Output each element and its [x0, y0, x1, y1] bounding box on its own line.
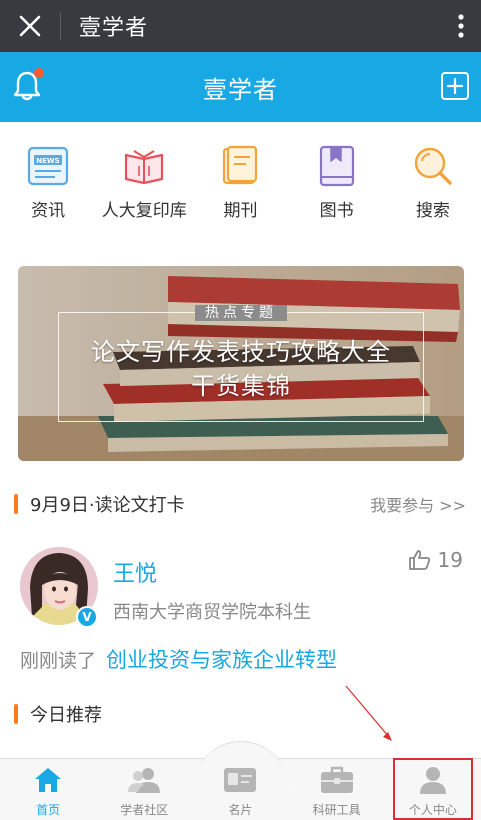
category-label: 资讯: [31, 201, 66, 221]
journal-icon: [218, 144, 262, 188]
nav-research-tools[interactable]: 科研工具: [289, 759, 385, 820]
recommend-title: 今日推荐: [30, 705, 102, 726]
category-search[interactable]: 搜索: [385, 144, 481, 234]
category-news[interactable]: NEWS 资讯: [0, 144, 96, 234]
nav-home[interactable]: 首页: [0, 759, 96, 820]
card-icon: [223, 765, 257, 795]
category-label: 人大复印库: [101, 201, 187, 221]
like-button[interactable]: 19: [408, 548, 463, 572]
banner-tag: 热点专题: [195, 305, 287, 321]
user-name[interactable]: 王悦: [113, 556, 157, 588]
more-vertical-icon[interactable]: [441, 0, 481, 52]
checkin-title: 9月9日·读论文打卡: [30, 495, 185, 516]
nav-label: 个人中心: [408, 803, 457, 817]
home-icon: [31, 765, 65, 795]
banner-headline: 论文写作发表技巧攻略大全: [91, 338, 391, 366]
wechat-title: 壹学者: [79, 16, 149, 41]
book-open-icon: [122, 144, 166, 188]
join-link[interactable]: 我要参与 >>: [370, 492, 466, 516]
toolbox-icon: [320, 765, 354, 795]
banner-subheadline: 干货集锦: [191, 372, 291, 400]
search-icon: [411, 144, 455, 188]
category-books[interactable]: 图书: [289, 144, 385, 234]
category-label: 图书: [319, 201, 354, 221]
thumbs-up-icon: [408, 550, 430, 570]
bell-icon[interactable]: [12, 68, 44, 102]
app-title: 壹学者: [203, 75, 278, 104]
verified-badge: V: [76, 606, 98, 628]
add-square-icon[interactable]: [441, 72, 469, 100]
hot-topic-banner[interactable]: 热点专题 论文写作发表技巧攻略大全 干货集锦: [18, 266, 464, 461]
news-icon: NEWS: [26, 144, 70, 188]
nav-card[interactable]: 名片: [192, 759, 288, 820]
nav-label: 名片: [228, 803, 253, 817]
section-accent-bar: [14, 494, 18, 514]
category-label: 搜索: [415, 201, 450, 221]
close-icon[interactable]: [0, 0, 60, 52]
community-icon: [127, 765, 161, 795]
bookmark-book-icon: [315, 144, 359, 188]
nav-label: 首页: [36, 803, 61, 817]
category-row: NEWS 资讯 人大复印库 期刊 图书 搜索: [0, 144, 481, 234]
nav-label: 学者社区: [120, 803, 169, 817]
bottom-nav: 首页 学者社区 名片 科研工具 个人中心: [0, 741, 481, 820]
svg-text:NEWS: NEWS: [36, 157, 59, 165]
like-count: 19: [437, 548, 463, 572]
read-activity: 刚刚读了 创业投资与家族企业转型: [20, 644, 337, 674]
nav-label: 科研工具: [312, 803, 361, 817]
category-journal[interactable]: 期刊: [192, 144, 288, 234]
nav-profile[interactable]: 个人中心: [385, 759, 481, 820]
category-renda-library[interactable]: 人大复印库: [96, 144, 192, 234]
section-accent-bar: [14, 704, 18, 724]
wechat-top-bar: 壹学者: [0, 0, 481, 52]
notification-dot: [34, 68, 44, 78]
nav-community[interactable]: 学者社区: [96, 759, 192, 820]
person-icon: [416, 765, 450, 795]
recommend-header: 今日推荐: [14, 699, 466, 729]
user-school: 西南大学商贸学院本科生: [113, 602, 311, 623]
checkin-header: 9月9日·读论文打卡 我要参与 >>: [14, 489, 466, 519]
category-label: 期刊: [223, 201, 258, 221]
app-header: 壹学者: [0, 52, 481, 122]
read-prefix: 刚刚读了: [20, 650, 97, 672]
divider: [60, 12, 61, 40]
book-title-link[interactable]: 创业投资与家族企业转型: [106, 644, 337, 674]
